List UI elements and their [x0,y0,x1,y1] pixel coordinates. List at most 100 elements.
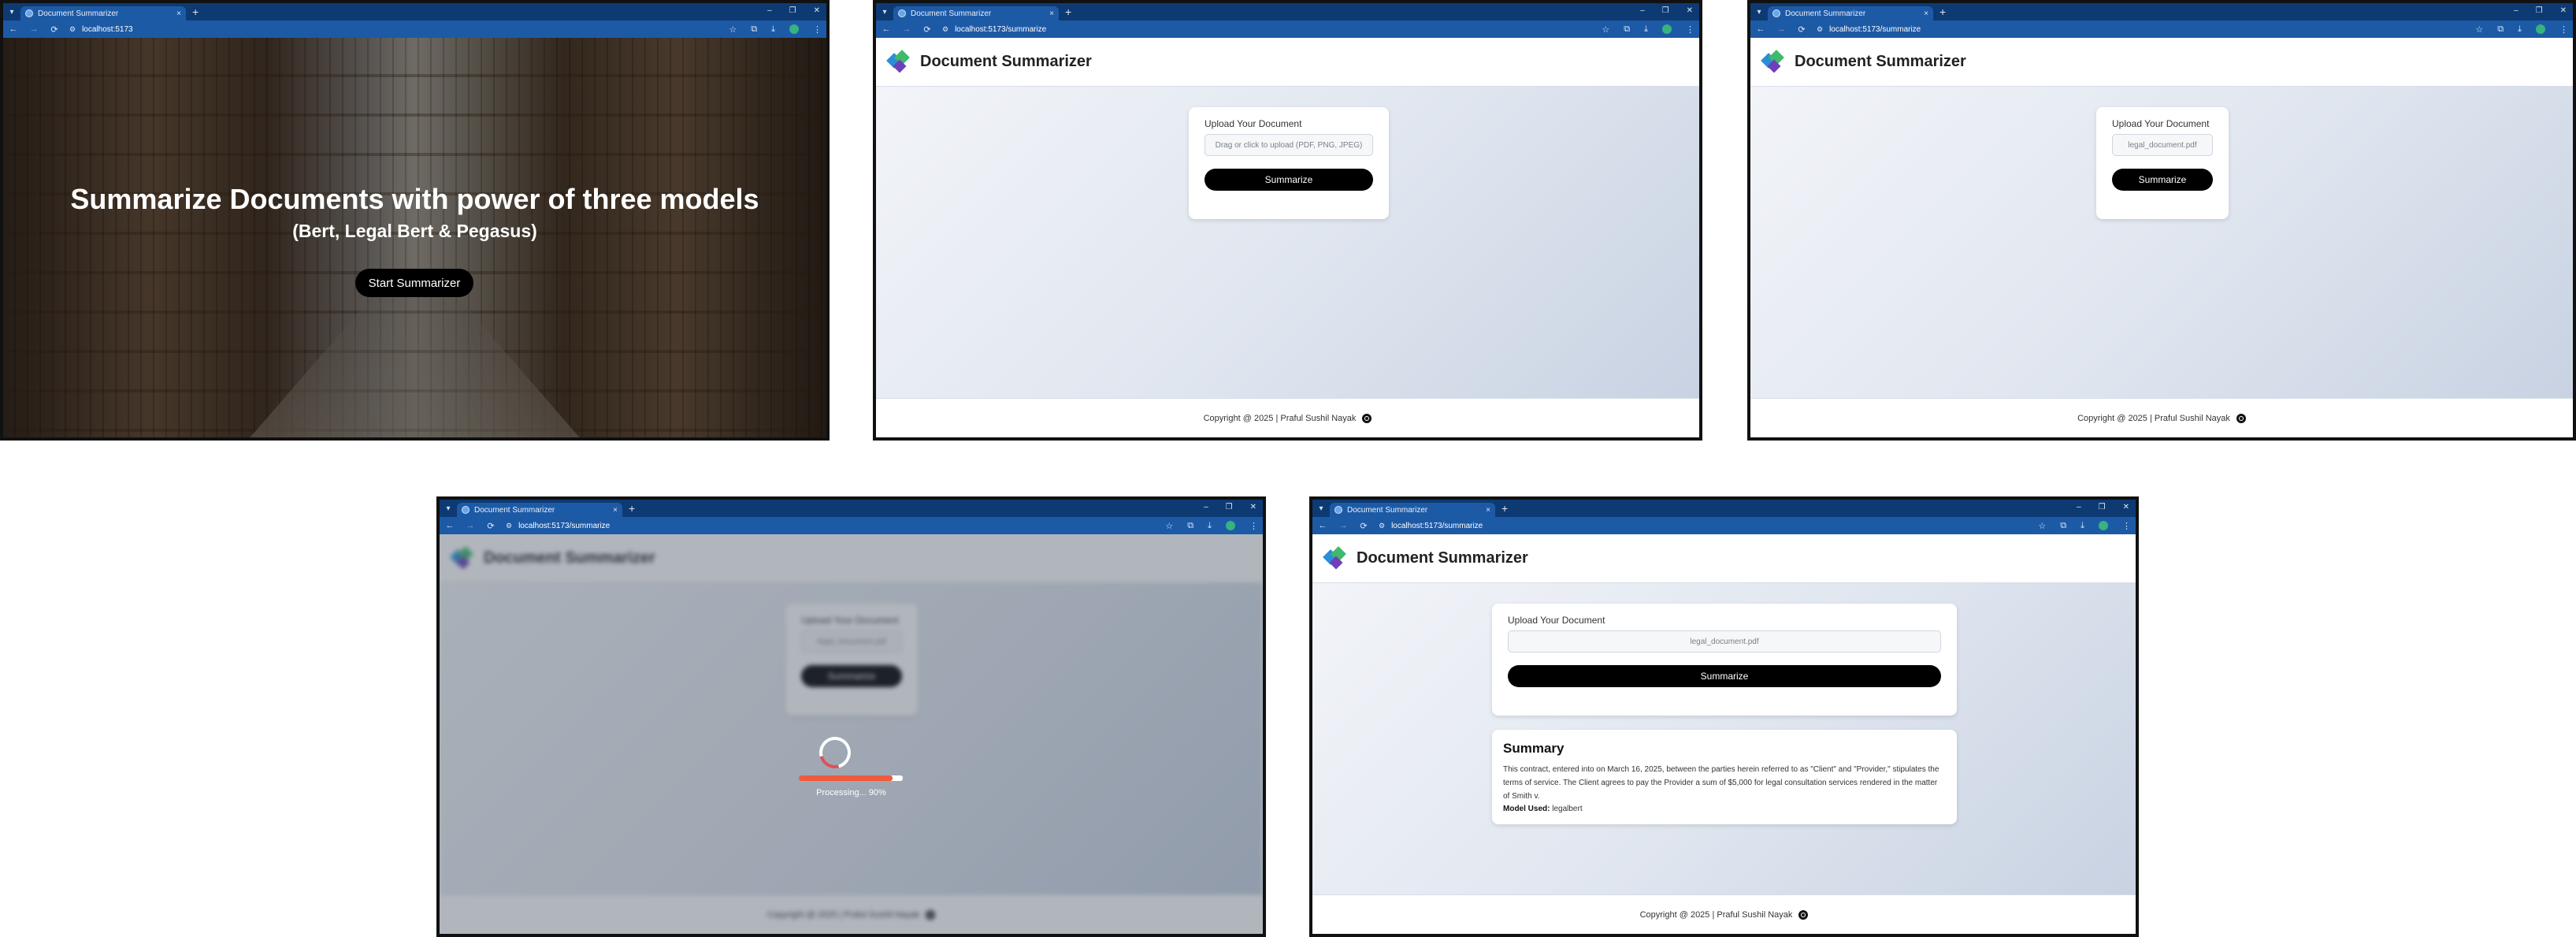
upload-dropzone[interactable]: Drag or click to upload (PDF, PNG, JPEG) [1204,134,1373,156]
forward-icon[interactable]: → [901,24,912,34]
download-icon[interactable]: ⤓ [2518,24,2522,35]
minimize-icon[interactable]: – [1204,503,1208,511]
bookmark-star-icon[interactable]: ☆ [1602,24,1609,35]
back-icon[interactable]: ← [881,24,892,34]
new-tab-icon[interactable]: + [629,500,635,517]
extensions-icon[interactable]: ⧉ [751,24,757,35]
tab-search-icon[interactable]: ▾ [3,3,20,20]
browser-tab[interactable]: Document Summarizer × [1768,6,1933,20]
reload-icon[interactable]: ⟳ [49,24,60,35]
new-tab-icon[interactable]: + [1065,3,1071,20]
browser-tab[interactable]: Document Summarizer × [457,503,622,517]
reload-icon[interactable]: ⟳ [922,24,933,35]
close-window-icon[interactable]: ✕ [1250,503,1256,511]
new-tab-icon[interactable]: + [1501,500,1508,517]
restore-icon[interactable]: ❐ [789,6,796,15]
profile-avatar-icon[interactable] [2099,521,2108,530]
download-icon[interactable]: ⤓ [1208,521,1212,531]
summarize-button[interactable]: Summarize [2112,169,2213,191]
tab-search-icon[interactable]: ▾ [1750,3,1768,20]
bookmark-star-icon[interactable]: ☆ [1165,521,1173,531]
menu-kebab-icon[interactable]: ⋮ [1249,521,1258,531]
close-window-icon[interactable]: ✕ [814,6,820,15]
tab-close-icon[interactable]: × [176,9,181,18]
address-bar[interactable]: ⚙ localhost:5173/summarize [1379,519,2029,532]
extensions-icon[interactable]: ⧉ [1187,521,1193,531]
tab-close-icon[interactable]: × [613,506,618,515]
upload-label: Upload Your Document [1508,615,1605,626]
address-bar[interactable]: ⚙ localhost:5173/summarize [506,519,1156,532]
browser-tab[interactable]: Document Summarizer × [20,6,186,20]
upload-dropzone[interactable]: legal_document.pdf [2112,134,2213,156]
close-window-icon[interactable]: ✕ [1687,6,1693,15]
app-title: Document Summarizer [1795,53,1966,70]
back-icon[interactable]: ← [8,24,19,34]
browser-tab[interactable]: Document Summarizer × [893,6,1059,20]
forward-icon[interactable]: → [465,521,476,530]
menu-kebab-icon[interactable]: ⋮ [1686,24,1694,35]
reload-icon[interactable]: ⟳ [485,521,496,531]
summarize-button[interactable]: Summarize [1508,665,1941,687]
close-window-icon[interactable]: ✕ [2123,503,2129,511]
site-info-icon[interactable]: ⚙ [942,25,948,34]
extensions-icon[interactable]: ⧉ [2497,24,2504,35]
download-icon[interactable]: ⤓ [771,24,775,35]
site-info-icon[interactable]: ⚙ [1379,522,1385,530]
summarize-button[interactable]: Summarize [1204,169,1373,191]
site-info-icon[interactable]: ⚙ [1817,25,1823,34]
back-icon[interactable]: ← [1755,24,1766,34]
start-summarizer-button[interactable]: Start Summarizer [355,269,473,297]
tab-search-icon[interactable]: ▾ [1312,500,1330,517]
minimize-icon[interactable]: – [1640,6,1645,15]
close-window-icon[interactable]: ✕ [2560,6,2567,15]
restore-icon[interactable]: ❐ [1662,6,1669,15]
tab-close-icon[interactable]: × [1049,9,1054,18]
extensions-icon[interactable]: ⧉ [1624,24,1630,35]
github-icon[interactable] [1798,909,1809,920]
upload-dropzone[interactable]: legal_document.pdf [1508,630,1941,653]
menu-kebab-icon[interactable]: ⋮ [813,24,822,35]
minimize-icon[interactable]: – [2514,6,2518,15]
back-icon[interactable]: ← [1317,521,1328,530]
profile-avatar-icon[interactable] [2536,24,2545,34]
bookmark-star-icon[interactable]: ☆ [2038,521,2046,531]
tab-close-icon[interactable]: × [1486,506,1490,515]
profile-avatar-icon[interactable] [789,24,799,34]
forward-icon[interactable]: → [1776,24,1787,34]
restore-icon[interactable]: ❐ [2099,503,2106,511]
address-bar[interactable]: ⚙ localhost:5173/summarize [1817,23,2466,35]
restore-icon[interactable]: ❐ [1226,503,1233,511]
download-icon[interactable]: ⤓ [2080,521,2084,531]
download-icon[interactable]: ⤓ [1644,24,1648,35]
minimize-icon[interactable]: – [767,6,772,15]
profile-avatar-icon[interactable] [1662,24,1672,34]
tab-close-icon[interactable]: × [1924,9,1928,18]
menu-kebab-icon[interactable]: ⋮ [2122,521,2131,531]
toolbar: ← → ⟳ ⚙ localhost:5173 ☆ ⧉ ⤓ ⋮ [3,20,826,38]
restore-icon[interactable]: ❐ [2536,6,2543,15]
reload-icon[interactable]: ⟳ [1358,521,1369,531]
site-info-icon[interactable]: ⚙ [506,522,512,530]
window-controls: – ❐ ✕ [1640,6,1693,15]
tab-search-icon[interactable]: ▾ [440,500,457,517]
reload-icon[interactable]: ⟳ [1796,24,1807,35]
browser-tab[interactable]: Document Summarizer × [1330,503,1495,517]
menu-kebab-icon[interactable]: ⋮ [2559,24,2568,35]
profile-avatar-icon[interactable] [1226,521,1235,530]
bookmark-star-icon[interactable]: ☆ [2475,24,2483,35]
bookmark-star-icon[interactable]: ☆ [729,24,737,35]
back-icon[interactable]: ← [444,521,455,530]
summary-text: This contract, entered into on March 16,… [1503,765,1939,801]
new-tab-icon[interactable]: + [1939,3,1946,20]
forward-icon[interactable]: → [28,24,39,34]
extensions-icon[interactable]: ⧉ [2060,521,2066,531]
address-bar[interactable]: ⚙ localhost:5173 [69,23,719,35]
address-bar[interactable]: ⚙ localhost:5173/summarize [942,23,1592,35]
site-info-icon[interactable]: ⚙ [69,25,76,34]
tab-search-icon[interactable]: ▾ [876,3,893,20]
github-icon[interactable] [1362,413,1372,423]
forward-icon[interactable]: → [1338,521,1349,530]
new-tab-icon[interactable]: + [192,3,199,20]
github-icon[interactable] [2236,413,2246,423]
minimize-icon[interactable]: – [2077,503,2081,511]
